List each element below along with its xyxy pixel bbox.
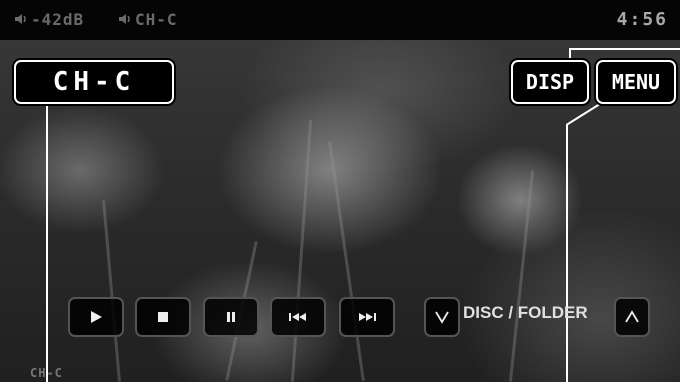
speaker-channel-icon [119, 14, 130, 24]
volume-indicator: -42dB [14, 10, 84, 29]
skip-previous-icon [289, 313, 306, 321]
disc-folder-up-button[interactable] [614, 297, 650, 337]
disc-folder-down-button[interactable] [424, 297, 460, 337]
chevron-down-icon [435, 311, 449, 324]
status-bar: -42dB CH-C 4:56 [0, 0, 680, 40]
skip-next-icon [359, 313, 376, 321]
previous-button[interactable] [270, 297, 326, 337]
channel-text: CH-C [135, 10, 178, 29]
video-screen: -42dB CH-C 4:56 CH-C DISP MENU DISC / FO… [0, 0, 680, 382]
stop-button[interactable] [135, 297, 191, 337]
play-icon [91, 311, 102, 323]
next-button[interactable] [339, 297, 395, 337]
chevron-up-icon [625, 310, 639, 323]
disp-button[interactable]: DISP [511, 60, 589, 104]
pause-button[interactable] [203, 297, 259, 337]
disc-folder-label: DISC / FOLDER [463, 303, 588, 322]
channel-label: CH-C [14, 60, 174, 104]
corner-channel-label: CH-C [30, 366, 63, 380]
menu-leader-line-diag [566, 102, 601, 126]
disp-leader-line-top [569, 48, 680, 50]
play-button[interactable] [68, 297, 124, 337]
speaker-icon [15, 14, 26, 24]
stop-icon [158, 312, 168, 322]
pause-icon [227, 312, 235, 322]
volume-text: -42dB [31, 10, 85, 29]
clock: 4:56 [616, 9, 668, 30]
channel-leader-line [46, 100, 48, 382]
menu-button[interactable]: MENU [596, 60, 676, 104]
menu-leader-line [566, 124, 568, 382]
channel-indicator: CH-C [118, 10, 178, 29]
